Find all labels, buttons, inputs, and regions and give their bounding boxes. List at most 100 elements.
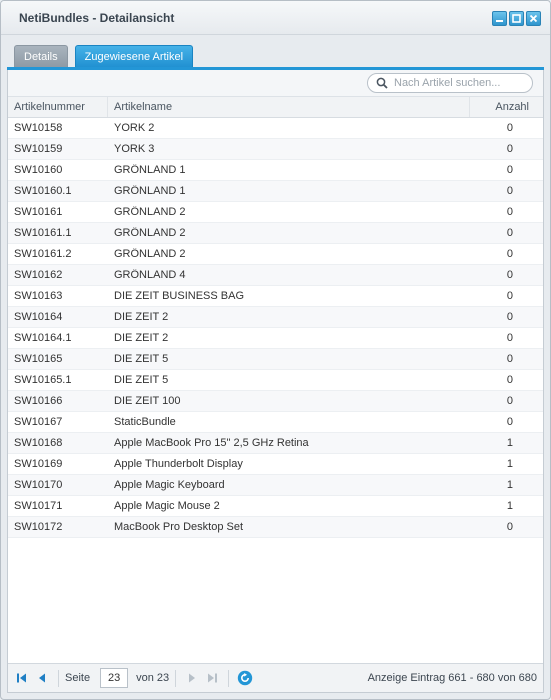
quantity-cell: 0 — [506, 164, 513, 176]
article-name-cell: Apple MacBook Pro 15" 2,5 GHz Retina — [114, 437, 309, 449]
quantity-cell: 0 — [506, 521, 513, 533]
first-page-icon — [17, 673, 26, 683]
minimize-button[interactable] — [492, 11, 507, 26]
pager-separator — [175, 669, 177, 687]
table-row[interactable]: SW10167 StaticBundle 0 — [8, 412, 543, 433]
article-number-cell: SW10160.1 — [14, 185, 72, 197]
table-row[interactable]: SW10164.1 DIE ZEIT 2 0 — [8, 328, 543, 349]
article-name-cell: Apple Thunderbolt Display — [114, 458, 243, 470]
table-row[interactable]: SW10168 Apple MacBook Pro 15" 2,5 GHz Ret… — [8, 433, 543, 454]
article-name-cell: DIE ZEIT 100 — [114, 395, 181, 407]
article-number-cell: SW10158 — [14, 122, 63, 134]
search-input[interactable] — [394, 77, 524, 89]
article-number-cell: SW10164 — [14, 311, 63, 323]
close-icon — [529, 14, 538, 23]
maximize-icon — [512, 14, 521, 23]
grid-header: Artikelnummer Artikelname Anzahl — [8, 97, 543, 118]
article-name-cell: Apple Magic Keyboard — [114, 479, 225, 491]
article-number-cell: SW10166 — [14, 395, 63, 407]
article-number-cell: SW10168 — [14, 437, 63, 449]
article-number-cell: SW10161.1 — [14, 227, 72, 239]
tab-bar: Details Zugewiesene Artikel — [7, 45, 194, 68]
table-row[interactable]: SW10161.2 GRÖNLAND 2 0 — [8, 244, 543, 265]
table-row[interactable]: SW10165 DIE ZEIT 5 0 — [8, 349, 543, 370]
article-name-cell: GRÖNLAND 1 — [114, 164, 186, 176]
refresh-button[interactable] — [235, 668, 255, 688]
article-name-cell: MacBook Pro Desktop Set — [114, 521, 244, 533]
next-page-button[interactable] — [182, 668, 202, 688]
article-number-cell: SW10163 — [14, 290, 63, 302]
previous-page-button[interactable] — [32, 668, 52, 688]
article-number-cell: SW10161 — [14, 206, 63, 218]
pager-separator — [58, 669, 59, 687]
table-row[interactable]: SW10169 Apple Thunderbolt Display 1 — [8, 454, 543, 475]
page-label: Seite — [65, 672, 91, 684]
table-row[interactable]: SW10161 GRÖNLAND 2 0 — [8, 202, 543, 223]
articles-panel: Artikelnummer Artikelname Anzahl SW10158… — [7, 70, 544, 693]
article-name-cell: DIE ZEIT 5 — [114, 353, 169, 365]
window-titlebar[interactable]: NetiBundles - Detailansicht — [1, 1, 550, 35]
quantity-cell: 0 — [506, 227, 513, 239]
column-header-article-name[interactable]: Artikelname — [108, 97, 470, 117]
article-name-cell: DIE ZEIT BUSINESS BAG — [114, 290, 244, 302]
search-icon — [376, 77, 388, 89]
article-name-cell: GRÖNLAND 2 — [114, 206, 186, 218]
article-number-cell: SW10164.1 — [14, 332, 72, 344]
pager-separator — [228, 669, 230, 687]
table-row[interactable]: SW10160 GRÖNLAND 1 0 — [8, 160, 543, 181]
table-row[interactable]: SW10164 DIE ZEIT 2 0 — [8, 307, 543, 328]
table-row[interactable]: SW10166 DIE ZEIT 100 0 — [8, 391, 543, 412]
table-row[interactable]: SW10170 Apple Magic Keyboard 1 — [8, 475, 543, 496]
page-number-input[interactable] — [100, 668, 129, 688]
refresh-icon — [237, 670, 253, 686]
first-page-button[interactable] — [12, 668, 32, 688]
quantity-cell: 1 — [506, 479, 513, 491]
last-page-icon — [208, 673, 218, 683]
table-row[interactable]: SW10163 DIE ZEIT BUSINESS BAG 0 — [8, 286, 543, 307]
quantity-cell: 0 — [506, 311, 513, 323]
article-number-cell: SW10169 — [14, 458, 63, 470]
pagination-toolbar: Seite von 23 Anzeige Eintrag 661 - 680 v… — [8, 663, 543, 692]
article-name-cell: YORK 3 — [114, 143, 155, 155]
table-row[interactable]: SW10165.1 DIE ZEIT 5 0 — [8, 370, 543, 391]
article-number-cell: SW10162 — [14, 269, 63, 281]
column-header-quantity[interactable]: Anzahl — [470, 97, 543, 117]
quantity-cell: 0 — [506, 290, 513, 302]
column-header-article-number[interactable]: Artikelnummer — [8, 97, 108, 117]
table-row[interactable]: SW10160.1 GRÖNLAND 1 0 — [8, 181, 543, 202]
search-box[interactable] — [367, 73, 533, 93]
article-number-cell: SW10171 — [14, 500, 63, 512]
quantity-cell: 0 — [506, 122, 513, 134]
previous-page-icon — [39, 673, 45, 683]
quantity-cell: 0 — [506, 185, 513, 197]
page-count: von 23 — [136, 672, 170, 684]
article-number-cell: SW10160 — [14, 164, 63, 176]
quantity-cell: 0 — [506, 248, 513, 260]
next-page-icon — [189, 673, 196, 683]
detail-window: NetiBundles - Detailansicht Details Zuge… — [0, 0, 551, 700]
table-row[interactable]: SW10159 YORK 3 0 — [8, 139, 543, 160]
quantity-cell: 0 — [506, 374, 513, 386]
article-name-cell: StaticBundle — [114, 416, 176, 428]
article-number-cell: SW10161.2 — [14, 248, 72, 260]
table-row[interactable]: SW10161.1 GRÖNLAND 2 0 — [8, 223, 543, 244]
article-number-cell: SW10165 — [14, 353, 63, 365]
window-title: NetiBundles - Detailansicht — [19, 10, 175, 25]
close-button[interactable] — [526, 11, 541, 26]
tab-details[interactable]: Details — [14, 45, 68, 68]
quantity-cell: 0 — [506, 353, 513, 365]
article-number-cell: SW10167 — [14, 416, 63, 428]
quantity-cell: 0 — [506, 416, 513, 428]
quantity-cell: 1 — [506, 500, 513, 512]
article-number-cell: SW10165.1 — [14, 374, 72, 386]
grid-toolbar — [8, 70, 543, 97]
table-row[interactable]: SW10158 YORK 2 0 — [8, 118, 543, 139]
table-row[interactable]: SW10162 GRÖNLAND 4 0 — [8, 265, 543, 286]
quantity-cell: 0 — [506, 206, 513, 218]
table-row[interactable]: SW10172 MacBook Pro Desktop Set 0 — [8, 517, 543, 538]
maximize-button[interactable] — [509, 11, 524, 26]
tab-assigned-articles[interactable]: Zugewiesene Artikel — [74, 45, 194, 68]
table-row[interactable]: SW10171 Apple Magic Mouse 2 1 — [8, 496, 543, 517]
last-page-button[interactable] — [202, 668, 222, 688]
article-number-cell: SW10159 — [14, 143, 63, 155]
